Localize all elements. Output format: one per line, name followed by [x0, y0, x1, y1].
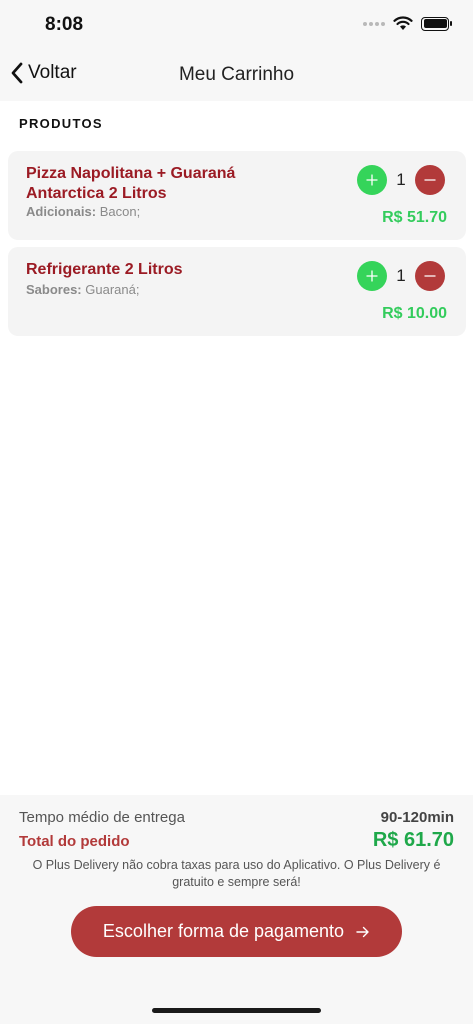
quantity-value: 1 [396, 266, 406, 285]
delivery-time-row: Tempo médio de entrega 90-120min [19, 809, 454, 826]
order-total-row: Total do pedido R$ 61.70 [19, 829, 454, 852]
minus-icon [424, 275, 436, 277]
item-detail-value: Guaraná; [85, 282, 140, 297]
nav-bar: Voltar Meu Carrinho [0, 50, 473, 101]
increase-quantity-button[interactable] [357, 261, 387, 291]
plus-icon [366, 174, 378, 186]
choose-payment-button[interactable]: Escolher forma de pagamento [71, 906, 402, 957]
home-indicator[interactable] [152, 1008, 321, 1013]
quantity-value: 1 [396, 170, 406, 189]
quantity-stepper: 1 [357, 261, 445, 291]
section-title: PRODUTOS [19, 116, 103, 131]
item-detail: Sabores: Guaraná; [26, 282, 139, 297]
delivery-time-value: 90-120min [380, 809, 454, 826]
decrease-quantity-button[interactable] [415, 261, 445, 291]
item-detail-key: Sabores: [26, 282, 82, 297]
increase-quantity-button[interactable] [357, 165, 387, 195]
order-total-value: R$ 61.70 [372, 829, 454, 851]
status-bar: 8:08 [0, 0, 473, 50]
battery-icon [421, 16, 452, 31]
page-title: Meu Carrinho [178, 64, 295, 85]
item-price: R$ 51.70 [382, 209, 447, 226]
item-name: Pizza Napolitana + Guaraná Antarctica 2 … [26, 165, 236, 202]
wifi-icon [393, 16, 413, 30]
order-summary: Tempo médio de entrega 90-120min Total d… [0, 795, 473, 1024]
minus-icon [424, 179, 436, 181]
item-detail-value: Bacon; [99, 204, 141, 219]
decrease-quantity-button[interactable] [415, 165, 445, 195]
item-detail: Adicionais: Bacon; [26, 204, 140, 219]
cart-item: Pizza Napolitana + Guaraná Antarctica 2 … [8, 151, 466, 240]
delivery-time-label: Tempo médio de entrega [19, 809, 185, 826]
item-detail-key: Adicionais: [26, 204, 97, 219]
choose-payment-label: Escolher forma de pagamento [102, 921, 345, 941]
fee-info-text: O Plus Delivery não cobra taxas para uso… [32, 858, 441, 889]
quantity-stepper: 1 [357, 165, 445, 195]
plus-icon [366, 270, 378, 282]
item-price: R$ 10.00 [382, 305, 447, 322]
arrow-right-icon [356, 926, 369, 937]
status-time: 8:08 [45, 14, 84, 35]
item-name: Refrigerante 2 Litros [26, 261, 183, 278]
order-total-label: Total do pedido [19, 833, 130, 850]
signal-dots-icon [363, 21, 385, 26]
cart-item: Refrigerante 2 Litros Sabores: Guaraná; … [8, 247, 466, 336]
status-icons [363, 16, 452, 31]
